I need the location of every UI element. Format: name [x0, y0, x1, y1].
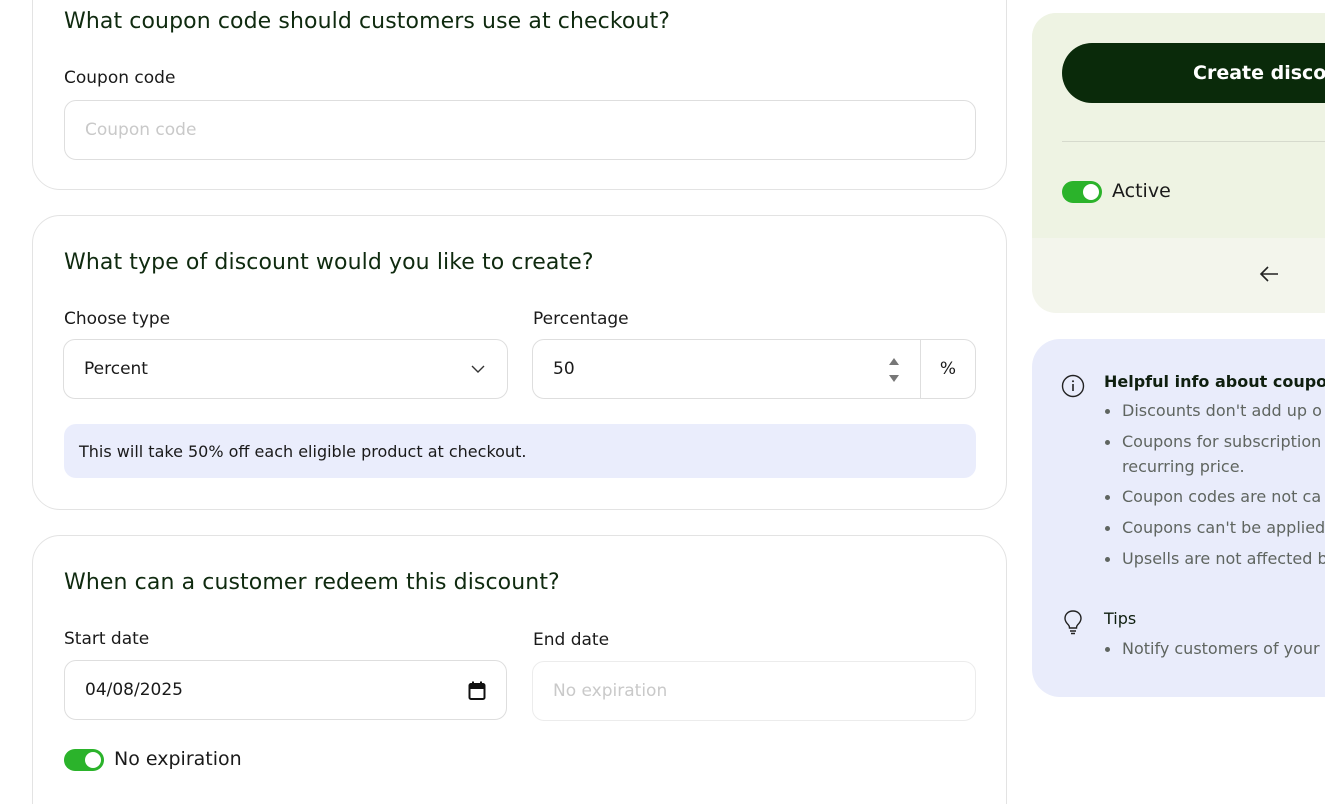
list-item: Upsells are not affected b	[1104, 546, 1325, 571]
active-label: Active	[1112, 180, 1171, 202]
helpful-info-heading: Helpful info about coupons	[1104, 372, 1325, 391]
discount-type-value: Percent	[84, 359, 148, 379]
discount-type-question: What type of discount would you like to …	[64, 250, 594, 275]
arrow-left-icon[interactable]	[1258, 264, 1280, 284]
action-panel: Create discount Active	[1032, 13, 1325, 313]
list-item-line: Coupons for subscription	[1122, 432, 1322, 451]
action-divider	[1062, 141, 1325, 142]
list-item-line: recurring price.	[1122, 457, 1245, 476]
list-item: Notify customers of your	[1104, 636, 1320, 661]
start-date-value: 04/08/2025	[85, 680, 183, 700]
redeem-question: When can a customer redeem this discount…	[64, 570, 560, 595]
discount-type-select[interactable]: Percent	[63, 339, 508, 399]
end-date-placeholder: No expiration	[553, 681, 668, 701]
start-date-label: Start date	[64, 629, 150, 649]
percent-suffix: %	[920, 340, 975, 398]
end-date-input[interactable]: No expiration	[532, 661, 976, 721]
toggle-knob	[1083, 184, 1099, 200]
coupon-code-input[interactable]	[64, 100, 976, 160]
helpful-info-list: Discounts don't add up o Coupons for sub…	[1104, 398, 1325, 577]
list-item: Coupon codes are not ca	[1104, 484, 1325, 509]
coupon-code-label: Coupon code	[64, 68, 176, 88]
active-toggle[interactable]	[1062, 181, 1102, 203]
no-expiration-label: No expiration	[114, 748, 242, 770]
discount-info-message: This will take 50% off each eligible pro…	[64, 424, 976, 478]
spinner-arrows-icon[interactable]	[888, 356, 900, 384]
list-item: Discounts don't add up o	[1104, 398, 1325, 423]
helpful-info-panel: Helpful info about coupons Discounts don…	[1032, 339, 1325, 697]
create-discount-button[interactable]: Create discount	[1062, 43, 1325, 103]
calendar-icon[interactable]	[468, 681, 486, 701]
percentage-value: 50	[553, 359, 575, 379]
no-expiration-toggle[interactable]	[64, 749, 104, 771]
start-date-input[interactable]: 04/08/2025	[64, 660, 507, 720]
list-item: Coupons for subscription recurring price…	[1104, 429, 1325, 479]
end-date-label: End date	[533, 630, 610, 650]
tips-heading: Tips	[1104, 609, 1137, 628]
list-item: Coupons can't be applied	[1104, 515, 1325, 540]
coupon-question: What coupon code should customers use at…	[64, 9, 671, 34]
lightbulb-icon	[1064, 610, 1082, 635]
tips-list: Notify customers of your	[1104, 636, 1320, 667]
choose-type-label: Choose type	[64, 309, 171, 329]
chevron-down-icon	[471, 365, 485, 373]
toggle-knob	[85, 752, 101, 768]
discount-type-card: What type of discount would you like to …	[32, 215, 1007, 510]
percentage-input[interactable]: 50 %	[532, 339, 976, 399]
info-icon	[1061, 374, 1085, 398]
percentage-label: Percentage	[533, 309, 629, 329]
coupon-code-card: What coupon code should customers use at…	[32, 0, 1007, 190]
discount-form-page: What coupon code should customers use at…	[0, 0, 1325, 804]
redeem-dates-card: When can a customer redeem this discount…	[32, 535, 1007, 804]
